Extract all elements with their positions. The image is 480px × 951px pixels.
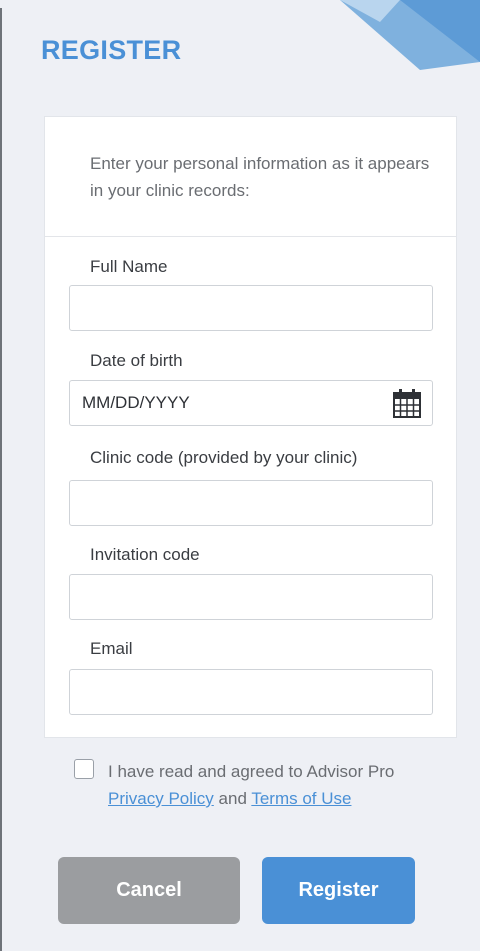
cancel-button[interactable]: Cancel xyxy=(58,857,240,924)
register-button[interactable]: Register xyxy=(262,857,415,924)
intro-text: Enter your personal information as it ap… xyxy=(90,154,430,200)
agree-prefix: I have read and agreed to Advisor Pro xyxy=(108,762,395,781)
intro-section: Enter your personal information as it ap… xyxy=(45,117,456,237)
email-input[interactable] xyxy=(69,669,433,715)
agree-checkbox[interactable] xyxy=(74,759,94,779)
registration-form-card: Enter your personal information as it ap… xyxy=(44,116,457,738)
dob-label: Date of birth xyxy=(90,351,183,370)
clinic-code-input[interactable] xyxy=(69,480,433,526)
calendar-icon[interactable] xyxy=(390,387,424,421)
full-name-label: Full Name xyxy=(90,257,168,276)
agree-connector: and xyxy=(213,789,252,808)
invitation-code-input[interactable] xyxy=(69,574,433,620)
privacy-policy-link[interactable]: Privacy Policy xyxy=(108,789,214,808)
page-title: REGISTER xyxy=(41,35,182,65)
left-edge-divider xyxy=(0,8,2,951)
corner-decoration xyxy=(340,0,480,70)
agree-text: I have read and agreed to Advisor Pro Pr… xyxy=(108,758,448,812)
full-name-input[interactable] xyxy=(69,285,433,331)
terms-of-use-link[interactable]: Terms of Use xyxy=(251,789,351,808)
email-label: Email xyxy=(90,639,133,658)
invitation-code-label: Invitation code xyxy=(90,545,200,564)
dob-input[interactable] xyxy=(69,380,433,426)
clinic-code-label: Clinic code (provided by your clinic) xyxy=(90,448,358,467)
